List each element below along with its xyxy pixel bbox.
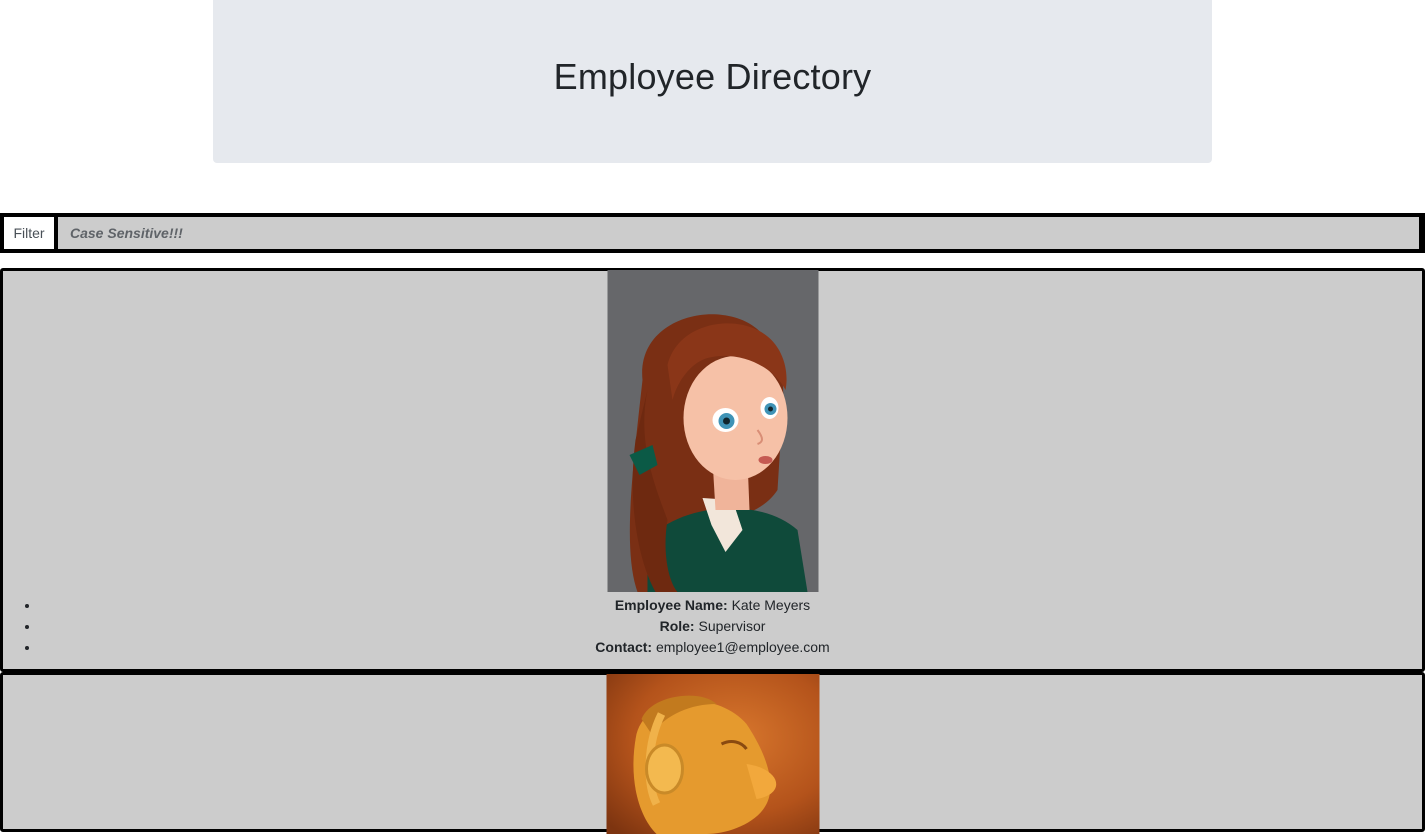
employee-name-label: Employee Name:: [614, 597, 728, 613]
employee-contact-row: Contact: employee1@employee.com: [40, 637, 1422, 658]
employee-role-row: Role: Supervisor: [40, 616, 1422, 637]
employee-contact-label: Contact:: [595, 639, 653, 655]
employee-contact-value: employee1@employee.com: [655, 639, 830, 655]
employee-portrait-icon: [606, 674, 819, 834]
employee-card: Employee Name: Kate Meyers Role: Supervi…: [0, 268, 1425, 672]
page-title: Employee Directory: [553, 56, 872, 97]
employee-photo: [606, 674, 819, 834]
employee-role-value: Supervisor: [698, 618, 766, 634]
header-jumbotron: Employee Directory: [213, 0, 1212, 163]
employee-portrait-icon: [607, 270, 818, 592]
employee-name-row: Employee Name: Kate Meyers: [40, 595, 1422, 616]
employee-details-list: Employee Name: Kate Meyers Role: Supervi…: [3, 595, 1422, 658]
employee-role-label: Role:: [659, 618, 695, 634]
filter-input[interactable]: [57, 216, 1422, 250]
employee-photo: [607, 270, 818, 592]
filter-bar: Filter: [0, 213, 1425, 253]
employee-name-value: Kate Meyers: [731, 597, 811, 613]
filter-label: Filter: [3, 216, 55, 250]
employee-card: [0, 672, 1425, 834]
